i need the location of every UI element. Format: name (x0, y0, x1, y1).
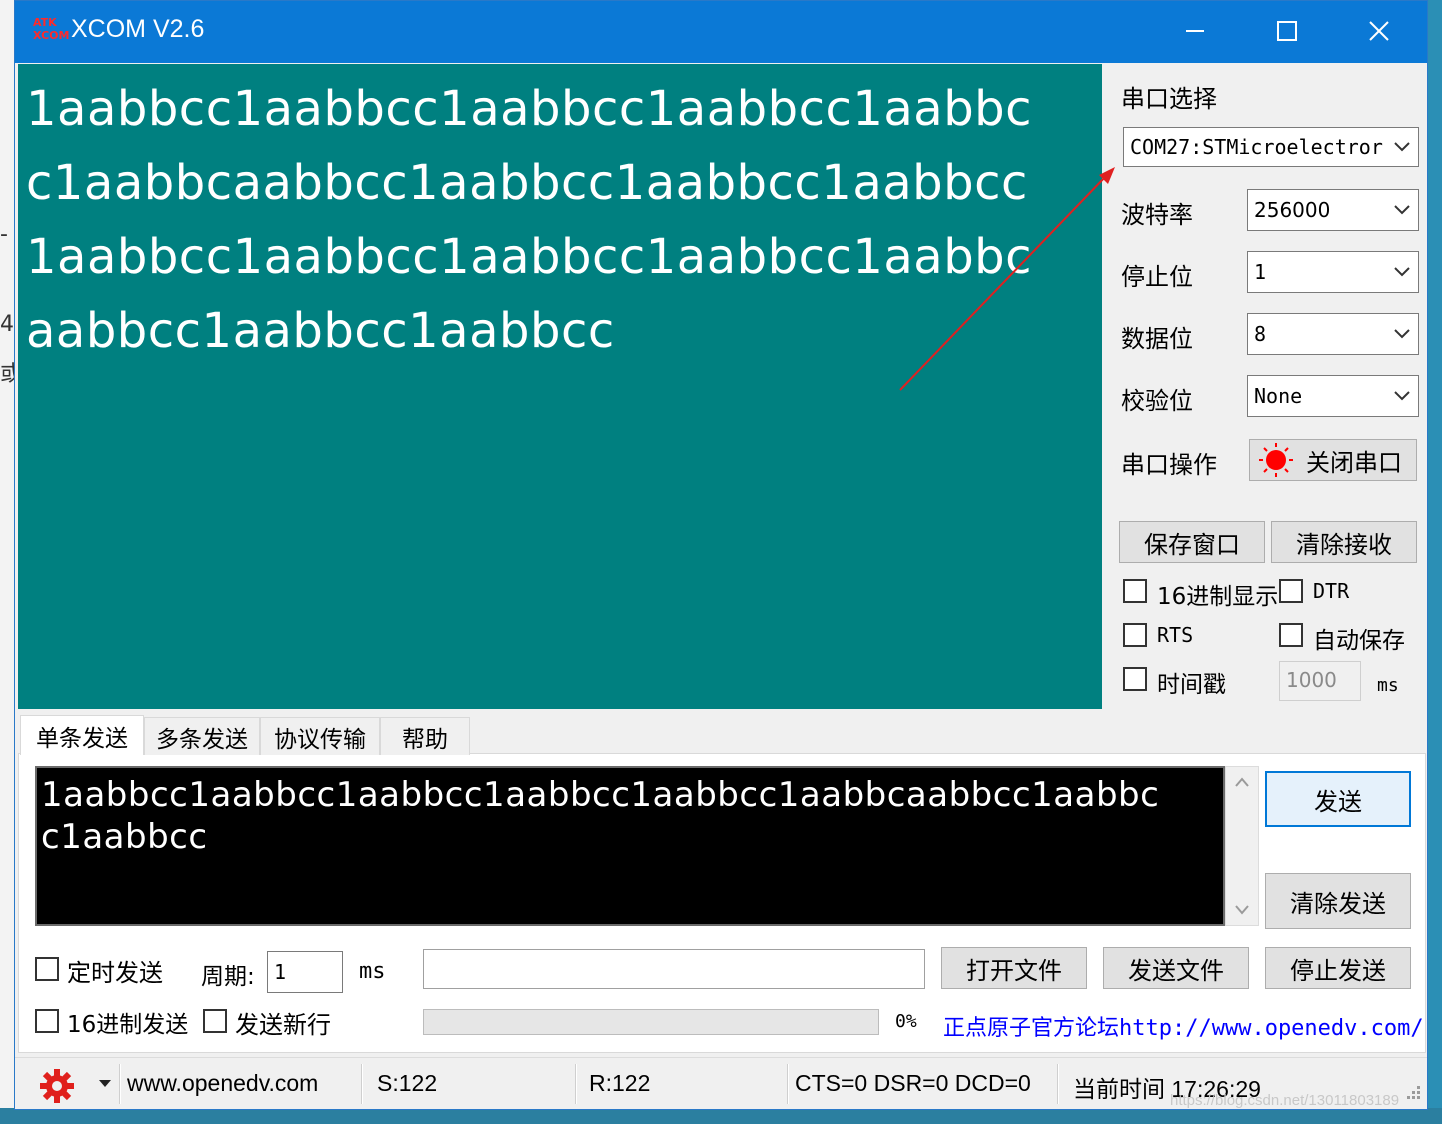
tab-protocol[interactable]: 协议传输 (260, 717, 380, 755)
background-text-fragment: 4 (0, 312, 14, 337)
timestamp-interval-input[interactable]: 1000 (1279, 661, 1361, 701)
send-line: c1aabbcc (41, 817, 208, 857)
xcom-window: ATK XCOM XCOM V2.6 1aabbcc1aabbcc1aabbcc… (14, 0, 1428, 1110)
receive-line: 1aabbcc1aabbcc1aabbcc1aabbcc1aabbc (26, 81, 1033, 137)
dtr-label: DTR (1313, 579, 1350, 603)
baud-rate-value: 256000 (1254, 198, 1331, 222)
chevron-down-icon (1386, 329, 1418, 339)
timestamp-label: 时间戳 (1157, 672, 1226, 698)
chevron-down-icon[interactable] (1235, 905, 1249, 915)
logo-text-top: ATK (33, 16, 57, 29)
data-bits-select[interactable]: 8 (1247, 313, 1419, 355)
status-received-count: R:122 (589, 1070, 651, 1096)
rts-checkbox[interactable] (1123, 623, 1147, 647)
send-newline-checkbox[interactable] (203, 1009, 227, 1033)
file-path-input[interactable] (423, 949, 925, 989)
status-separator (1057, 1064, 1059, 1104)
close-button[interactable] (1333, 1, 1425, 61)
status-separator (575, 1064, 577, 1104)
timestamp-checkbox[interactable] (1123, 667, 1147, 691)
status-separator (787, 1064, 789, 1104)
send-scrollbar[interactable] (1225, 766, 1259, 926)
port-select[interactable]: COM27:STMicroelectror (1123, 127, 1419, 167)
data-bits-value: 8 (1254, 322, 1267, 346)
tab-help[interactable]: 帮助 (380, 717, 470, 755)
timed-send-checkbox[interactable] (35, 957, 59, 981)
timed-send-label: 定时发送 (67, 959, 163, 987)
baud-rate-select[interactable]: 256000 (1247, 189, 1419, 231)
desktop-background-bottom (0, 1108, 1442, 1124)
annotation-arrow (899, 167, 1115, 391)
tab-single-send[interactable]: 单条发送 (20, 715, 144, 755)
rts-label: RTS (1157, 623, 1194, 647)
status-separator (119, 1064, 121, 1104)
minimize-button[interactable] (1149, 1, 1241, 61)
stop-send-button[interactable]: 停止发送 (1265, 947, 1411, 989)
dtr-checkbox[interactable] (1279, 579, 1303, 603)
baud-rate-label: 波特率 (1121, 201, 1193, 229)
send-textarea[interactable]: 1aabbcc1aabbcc1aabbcc1aabbcc1aabbcc1aabb… (35, 766, 1225, 926)
hex-send-checkbox[interactable] (35, 1009, 59, 1033)
send-newline-label: 发送新行 (235, 1011, 331, 1039)
port-select-value: COM27:STMicroelectror (1130, 135, 1383, 159)
status-separator (361, 1064, 363, 1104)
parity-label: 校验位 (1121, 387, 1193, 415)
hex-display-label: 16进制显示 (1157, 584, 1279, 610)
chevron-down-icon (1386, 205, 1418, 215)
chevron-down-icon (1386, 391, 1418, 401)
tab-multi-send[interactable]: 多条发送 (144, 717, 260, 755)
window-title: XCOM V2.6 (71, 15, 205, 43)
background-text-fragment: - (0, 222, 8, 247)
hex-send-label: 16进制发送 (67, 1012, 189, 1038)
port-status-indicator-icon (1259, 443, 1293, 477)
close-port-button[interactable]: 关闭串口 (1249, 439, 1417, 481)
maximize-icon (1277, 21, 1297, 41)
app-logo: ATK XCOM (33, 16, 69, 46)
gear-icon[interactable] (39, 1068, 75, 1104)
status-website[interactable]: www.openedv.com (127, 1070, 318, 1097)
parity-select[interactable]: None (1247, 375, 1419, 417)
dropdown-arrow-icon[interactable] (99, 1080, 111, 1088)
send-progress-text: 0% (895, 1011, 917, 1032)
parity-value: None (1254, 384, 1303, 408)
forum-link[interactable]: 正点原子官方论坛http://www.openedv.com/ (943, 1010, 1424, 1042)
auto-save-checkbox[interactable] (1279, 623, 1303, 647)
period-unit: ms (359, 959, 386, 984)
stop-bits-select[interactable]: 1 (1247, 251, 1419, 293)
hex-display-checkbox[interactable] (1123, 579, 1147, 603)
stop-bits-value: 1 (1254, 260, 1267, 284)
period-label: 周期: (201, 964, 255, 990)
clear-receive-button[interactable]: 清除接收 (1271, 521, 1417, 563)
close-port-label: 关闭串口 (1306, 448, 1402, 477)
watermark: https://blog.csdn.net/13011803189 (1170, 1092, 1400, 1109)
desktop-background-right (1426, 0, 1442, 1124)
port-operation-label: 串口操作 (1121, 451, 1217, 479)
maximize-button[interactable] (1241, 1, 1333, 61)
forum-link-bar[interactable]: 正点原子官方论坛http://www.openedv.com/ (939, 1003, 1424, 1049)
timestamp-unit: ms (1377, 675, 1399, 696)
resize-grip-icon[interactable] (1403, 1084, 1423, 1104)
chevron-down-icon (1386, 267, 1418, 277)
chevron-down-icon (1386, 142, 1418, 152)
send-line: 1aabbcc1aabbcc1aabbcc1aabbcc1aabbcc1aabb… (41, 775, 1160, 815)
logo-text-bottom: XCOM (33, 29, 70, 42)
clear-send-button[interactable]: 清除发送 (1265, 873, 1411, 929)
close-icon (1369, 21, 1389, 41)
send-button[interactable]: 发送 (1265, 771, 1411, 827)
auto-save-label: 自动保存 (1313, 628, 1405, 654)
port-select-label: 串口选择 (1121, 85, 1217, 113)
send-file-button[interactable]: 发送文件 (1103, 947, 1249, 989)
minimize-icon (1186, 30, 1204, 32)
data-bits-label: 数据位 (1121, 325, 1193, 353)
open-file-button[interactable]: 打开文件 (941, 947, 1087, 989)
chevron-up-icon[interactable] (1235, 777, 1249, 787)
title-bar[interactable]: ATK XCOM XCOM V2.6 (15, 1, 1427, 63)
stop-bits-label: 停止位 (1121, 263, 1193, 291)
save-window-button[interactable]: 保存窗口 (1119, 521, 1265, 563)
status-sent-count: S:122 (377, 1070, 438, 1096)
send-progress-bar (423, 1009, 879, 1035)
status-signals: CTS=0 DSR=0 DCD=0 (795, 1070, 1031, 1096)
period-input[interactable]: 1 (267, 951, 343, 993)
